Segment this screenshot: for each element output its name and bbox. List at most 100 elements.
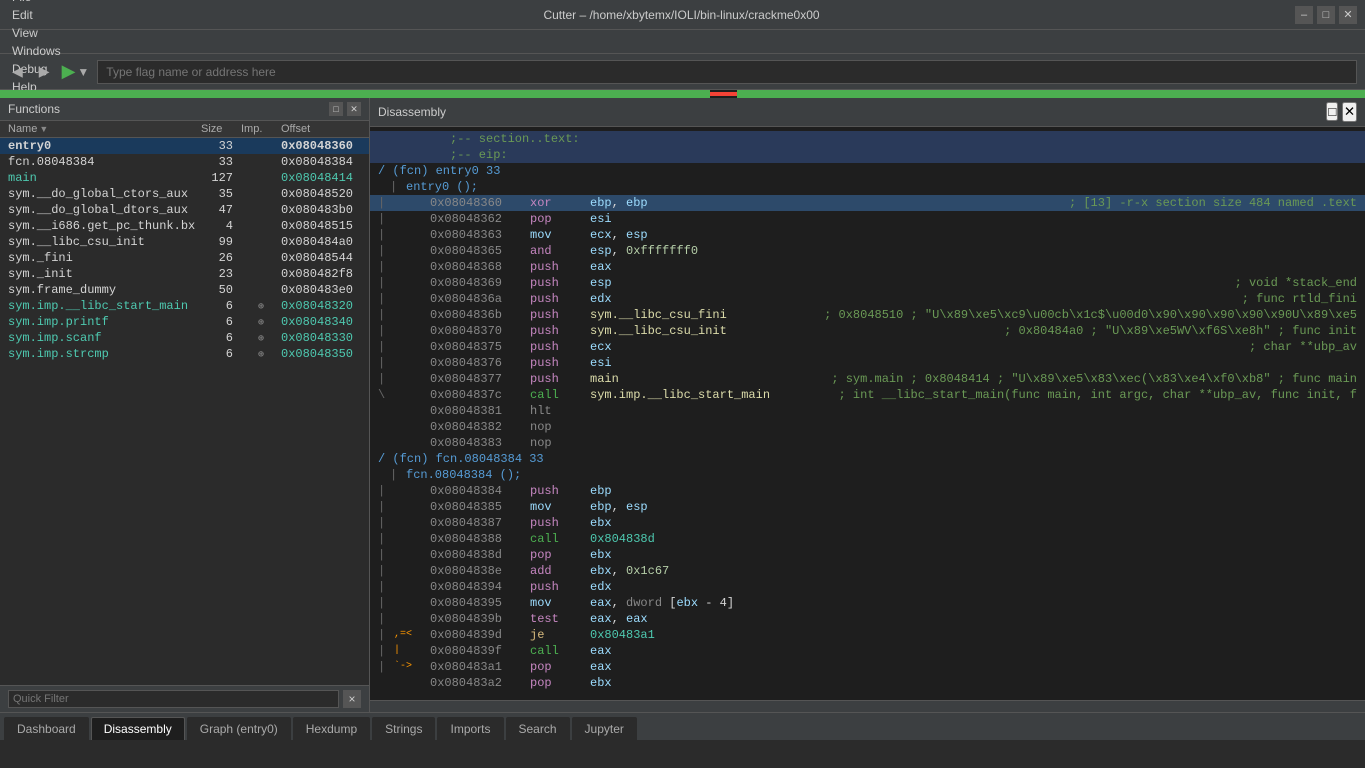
func-size: 23 — [201, 267, 241, 281]
func-size: 4 — [201, 219, 241, 233]
func-row[interactable]: sym.imp.scanf6⊕0x08048330 — [0, 330, 369, 346]
asm-line[interactable]: |0x08048362popesi — [370, 211, 1365, 227]
asm-line[interactable]: |0x0804836apushedx; func rtld_fini — [370, 291, 1365, 307]
func-offset: 0x08048414 — [281, 171, 361, 185]
asm-line[interactable]: |0x08048365andesp, 0xfffffff0 — [370, 243, 1365, 259]
disassembly-content[interactable]: ;-- section..text:;-- eip:/ (fcn) entry0… — [370, 127, 1365, 700]
tab-search[interactable]: Search — [506, 717, 570, 740]
disassembly-float-button[interactable]: □ — [1326, 102, 1338, 121]
func-size: 6 — [201, 315, 241, 329]
func-imp — [241, 283, 281, 297]
func-name: sym.__do_global_dtors_aux — [8, 203, 201, 217]
asm-line[interactable]: | entry0 (); — [370, 179, 1365, 195]
asm-line[interactable]: 0x08048381hlt — [370, 403, 1365, 419]
minimize-button[interactable]: – — [1295, 6, 1313, 24]
func-row[interactable]: sym.__i686.get_pc_thunk.bx40x08048515 — [0, 218, 369, 234]
asm-line[interactable]: |0x0804836bpushsym.__libc_csu_fini; 0x80… — [370, 307, 1365, 323]
disassembly-header: Disassembly □ ✕ — [370, 98, 1365, 127]
func-row[interactable]: sym.__libc_csu_init990x080484a0 — [0, 234, 369, 250]
col-imp: Imp. — [241, 123, 281, 135]
asm-line[interactable]: |0x08048394pushedx — [370, 579, 1365, 595]
func-name: sym.imp.scanf — [8, 331, 201, 345]
maximize-button[interactable]: □ — [1317, 6, 1335, 24]
func-row[interactable]: sym._init230x080482f8 — [0, 266, 369, 282]
asm-line[interactable]: ;-- section..text: — [370, 131, 1365, 147]
asm-line[interactable]: | fcn.08048384 (); — [370, 467, 1365, 483]
func-offset: 0x08048360 — [281, 139, 361, 153]
func-row[interactable]: main1270x08048414 — [0, 170, 369, 186]
disassembly-close-button[interactable]: ✕ — [1342, 102, 1357, 122]
forward-button[interactable]: ▶ — [35, 61, 54, 82]
functions-float-button[interactable]: □ — [329, 102, 343, 116]
tab-graph-entry0[interactable]: Graph (entry0) — [187, 717, 291, 740]
quick-filter-input[interactable] — [8, 690, 339, 708]
asm-line[interactable]: |,=<0x0804839dje0x80483a1 — [370, 627, 1365, 643]
asm-line[interactable]: |0x08048375pushecx; char **ubp_av — [370, 339, 1365, 355]
func-row[interactable]: sym._fini260x08048544 — [0, 250, 369, 266]
tab-imports[interactable]: Imports — [437, 717, 503, 740]
col-offset: Offset — [281, 123, 361, 135]
asm-line[interactable]: / (fcn) entry0 33 — [370, 163, 1365, 179]
tab-dashboard[interactable]: Dashboard — [4, 717, 89, 740]
asm-line[interactable]: |0x0804838dpopebx — [370, 547, 1365, 563]
disassembly-hscroll[interactable] — [370, 700, 1365, 712]
func-row[interactable]: sym.imp.printf6⊕0x08048340 — [0, 314, 369, 330]
asm-line[interactable]: |0x08048376pushesi — [370, 355, 1365, 371]
asm-line[interactable]: ;-- eip: — [370, 147, 1365, 163]
asm-line[interactable]: 0x080483a2popebx — [370, 675, 1365, 691]
func-imp — [241, 187, 281, 201]
tab-hexdump[interactable]: Hexdump — [293, 717, 370, 740]
asm-line[interactable]: |0x08048369pushesp; void *stack_end — [370, 275, 1365, 291]
menu-item-view[interactable]: View — [4, 24, 69, 42]
func-size: 99 — [201, 235, 241, 249]
func-row[interactable]: entry0330x08048360 — [0, 138, 369, 154]
asm-line[interactable]: |0x08048377pushmain; sym.main ; 0x804841… — [370, 371, 1365, 387]
quick-filter-clear-button[interactable]: × — [343, 690, 361, 708]
asm-line[interactable]: ||0x0804839fcalleax — [370, 643, 1365, 659]
tab-strings[interactable]: Strings — [372, 717, 435, 740]
asm-line[interactable]: / (fcn) fcn.08048384 33 — [370, 451, 1365, 467]
asm-line[interactable]: |0x08048387pushebx — [370, 515, 1365, 531]
func-row[interactable]: fcn.08048384330x08048384 — [0, 154, 369, 170]
func-row[interactable]: sym.__do_global_ctors_aux350x08048520 — [0, 186, 369, 202]
col-name[interactable]: Name ▼ — [8, 123, 201, 135]
functions-panel: Functions □ ✕ Name ▼ Size Imp. Offset en… — [0, 98, 370, 712]
func-offset: 0x080484a0 — [281, 235, 361, 249]
asm-line[interactable]: 0x08048382nop — [370, 419, 1365, 435]
asm-line[interactable]: |0x0804838eaddebx, 0x1c67 — [370, 563, 1365, 579]
back-button[interactable]: ◀ — [8, 61, 27, 82]
functions-header: Functions □ ✕ — [0, 98, 369, 121]
functions-close-button[interactable]: ✕ — [347, 102, 361, 116]
func-row[interactable]: sym.imp.__libc_start_main6⊕0x08048320 — [0, 298, 369, 314]
tab-jupyter[interactable]: Jupyter — [572, 717, 637, 740]
asm-line[interactable]: |0x08048370pushsym.__libc_csu_init; 0x80… — [370, 323, 1365, 339]
func-row[interactable]: sym.imp.strcmp6⊕0x08048350 — [0, 346, 369, 362]
close-button[interactable]: ✕ — [1339, 6, 1357, 24]
asm-line[interactable]: |0x08048388call0x804838d — [370, 531, 1365, 547]
asm-line[interactable]: |`->0x080483a1popeax — [370, 659, 1365, 675]
asm-line[interactable]: |0x0804839btesteax, eax — [370, 611, 1365, 627]
asm-line[interactable]: 0x08048383nop — [370, 435, 1365, 451]
functions-list: entry0330x08048360fcn.08048384330x080483… — [0, 138, 369, 685]
func-imp — [241, 219, 281, 233]
menu-item-windows[interactable]: Windows — [4, 42, 69, 60]
address-bar[interactable] — [97, 60, 1357, 84]
run-button[interactable]: ▶ ▼ — [62, 61, 90, 82]
func-imp: ⊕ — [241, 315, 281, 329]
asm-line[interactable]: \0x0804837ccallsym.imp.__libc_start_main… — [370, 387, 1365, 403]
asm-line[interactable]: |0x08048360xorebp, ebp; [13] -r-x sectio… — [370, 195, 1365, 211]
title-bar: Cutter – /home/xbytemx/IOLI/bin-linux/cr… — [0, 0, 1365, 30]
func-row[interactable]: sym.__do_global_dtors_aux470x080483b0 — [0, 202, 369, 218]
asm-line[interactable]: |0x08048363movecx, esp — [370, 227, 1365, 243]
functions-header-controls: □ ✕ — [329, 102, 361, 116]
func-row[interactable]: sym.frame_dummy500x080483e0 — [0, 282, 369, 298]
asm-line[interactable]: |0x08048368pusheax — [370, 259, 1365, 275]
menu-item-edit[interactable]: Edit — [4, 6, 69, 24]
asm-line[interactable]: |0x08048384pushebp — [370, 483, 1365, 499]
func-name: entry0 — [8, 139, 201, 153]
tab-disassembly[interactable]: Disassembly — [91, 717, 185, 740]
asm-line[interactable]: |0x08048395moveax, dword [ebx - 4] — [370, 595, 1365, 611]
asm-line[interactable]: |0x08048385movebp, esp — [370, 499, 1365, 515]
window-title: Cutter – /home/xbytemx/IOLI/bin-linux/cr… — [68, 8, 1295, 22]
func-imp: ⊕ — [241, 331, 281, 345]
